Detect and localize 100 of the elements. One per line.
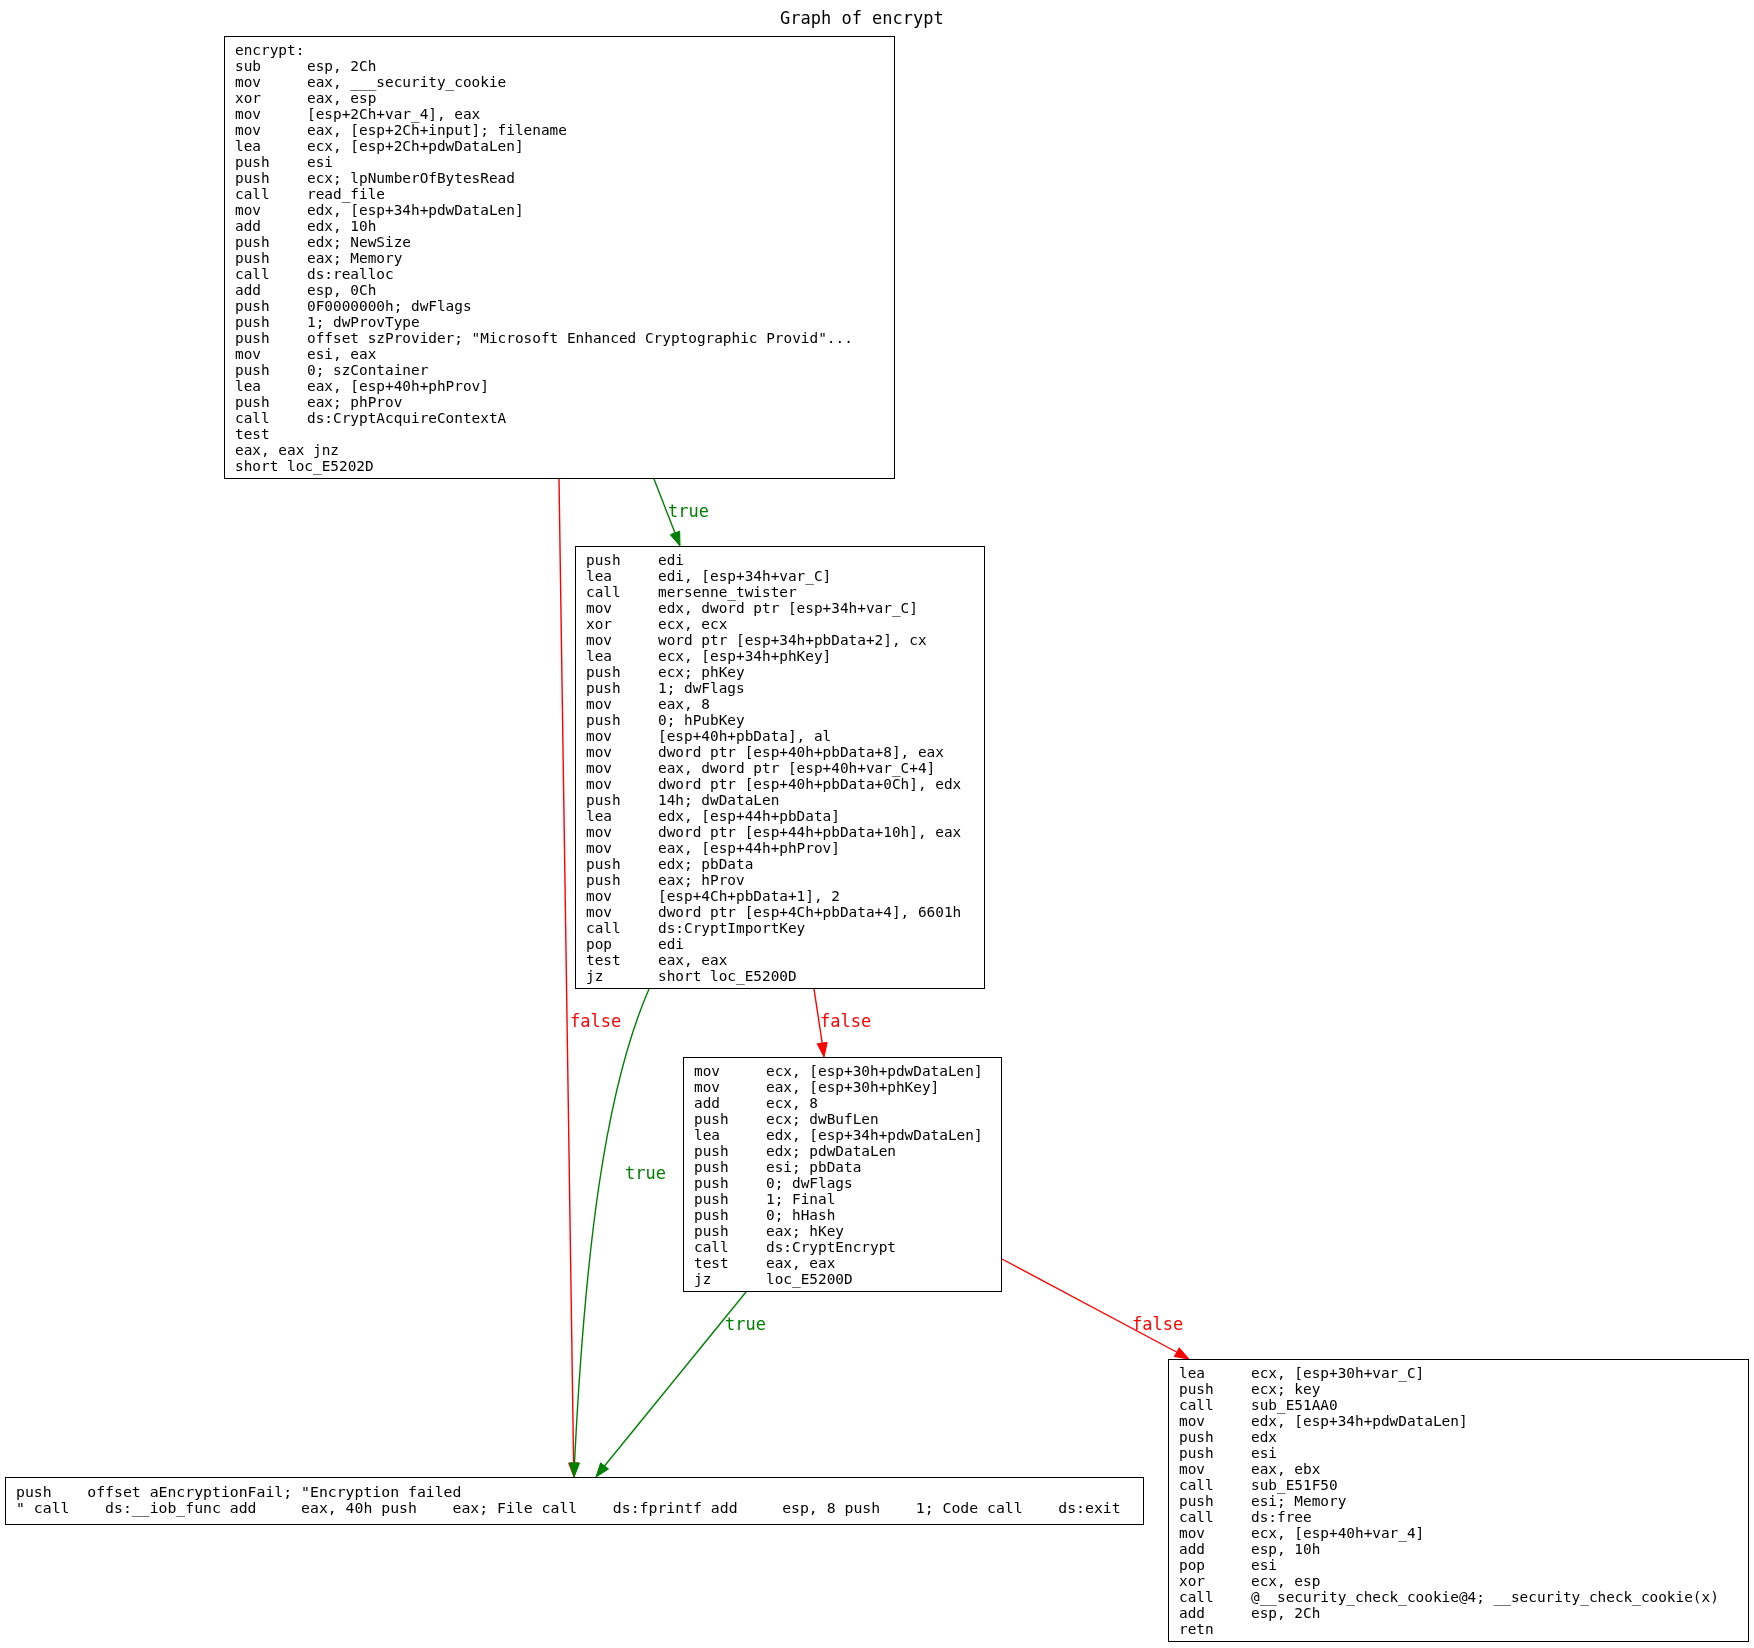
mnemonic: call <box>1179 1589 1215 1605</box>
operand: [esp+40h+pbData], al <box>658 728 832 744</box>
operand: ecx; dwBufLen <box>766 1111 879 1127</box>
mnemonic: mov <box>1179 1525 1206 1541</box>
mnemonic: push <box>235 314 271 330</box>
operand: 1; dwProvType <box>307 314 420 330</box>
operand: eax; hKey <box>766 1223 844 1239</box>
mnemonic: lea <box>235 378 262 394</box>
mnemonic: jz <box>694 1271 713 1287</box>
mnemonic: lea <box>1179 1365 1206 1381</box>
mnemonic: push <box>1179 1381 1215 1397</box>
mnemonic: sub <box>235 58 262 74</box>
operand: edx; NewSize <box>307 234 411 250</box>
operand: dword ptr [esp+40h+pbData+8], eax <box>658 744 944 760</box>
code-line: short loc_E5202D <box>235 458 374 474</box>
mnemonic: push <box>586 552 622 568</box>
operand: esi, eax <box>307 346 377 362</box>
operand: esp, 10h <box>1251 1541 1321 1557</box>
edge-label: false <box>1132 1314 1184 1334</box>
operand: 14h; dwDataLen <box>658 792 780 808</box>
operand: loc_E5200D <box>766 1271 853 1287</box>
operand: ds:free <box>1251 1509 1312 1525</box>
mnemonic: mov <box>235 106 262 122</box>
operand: edx, [esp+34h+pdwDataLen] <box>766 1127 983 1143</box>
operand: edi, [esp+34h+var_C] <box>658 568 832 584</box>
operand: ecx, [esp+40h+var_4] <box>1251 1525 1425 1541</box>
mnemonic: push <box>694 1191 730 1207</box>
operand: eax; hProv <box>658 872 745 888</box>
operand: eax, ebx <box>1251 1461 1321 1477</box>
operand: eax, [esp+2Ch+input]; filename <box>307 122 567 138</box>
operand: @__security_check_cookie@4; __security_check_cookie(x) <box>1251 1589 1719 1605</box>
operand: eax, dword ptr [esp+40h+var_C+4] <box>658 760 936 776</box>
mnemonic: lea <box>694 1127 721 1143</box>
mnemonic: mov <box>586 744 613 760</box>
mnemonic: retn <box>1179 1621 1215 1637</box>
mnemonic: call <box>586 920 622 936</box>
operand: esi; pbData <box>766 1159 862 1175</box>
mnemonic: mov <box>235 122 262 138</box>
mnemonic: push <box>235 170 271 186</box>
code-line: test <box>235 426 270 442</box>
mnemonic: mov <box>586 600 613 616</box>
mnemonic: call <box>235 266 271 282</box>
mnemonic: push <box>694 1223 730 1239</box>
operand: 0F0000000h; dwFlags <box>307 298 472 314</box>
operand: ecx, [esp+2Ch+pdwDataLen] <box>307 138 524 154</box>
operand: 0; hPubKey <box>658 712 745 728</box>
edge-label: true <box>625 1163 666 1183</box>
edge-label: false <box>570 1011 622 1031</box>
operand: esi; Memory <box>1251 1493 1347 1509</box>
mnemonic: push <box>1179 1429 1215 1445</box>
operand: ecx; key <box>1251 1381 1321 1397</box>
operand: edi <box>658 552 684 568</box>
mnemonic: push <box>694 1143 730 1159</box>
mnemonic: mov <box>235 74 262 90</box>
mnemonic: mov <box>235 346 262 362</box>
mnemonic: push <box>1179 1445 1215 1461</box>
mnemonic: lea <box>235 138 262 154</box>
operand: 1; Final <box>766 1191 836 1207</box>
mnemonic: test <box>586 952 622 968</box>
mnemonic: call <box>694 1239 730 1255</box>
edge-label: false <box>820 1011 872 1031</box>
mnemonic: add <box>694 1095 721 1111</box>
code-line: encrypt: <box>235 42 305 58</box>
mnemonic: push <box>586 872 622 888</box>
operand: ecx; phKey <box>658 664 745 680</box>
mnemonic: add <box>1179 1605 1206 1621</box>
operand: read_file <box>307 186 385 202</box>
mnemonic: call <box>235 410 271 426</box>
mnemonic: call <box>586 584 622 600</box>
operand: short loc_E5200D <box>658 968 797 984</box>
mnemonic: push <box>586 792 622 808</box>
mnemonic: push <box>235 362 271 378</box>
mnemonic: call <box>1179 1477 1215 1493</box>
operand: edx, dword ptr [esp+34h+var_C] <box>658 600 918 616</box>
mnemonic: mov <box>586 840 613 856</box>
operand: ds:realloc <box>307 266 394 282</box>
mnemonic: push <box>586 664 622 680</box>
operand: edx <box>1251 1429 1277 1445</box>
operand: edx, [esp+34h+pdwDataLen] <box>307 202 524 218</box>
mnemonic: push <box>235 234 271 250</box>
operand: eax, ___security_cookie <box>307 74 507 90</box>
mnemonic: xor <box>1179 1573 1206 1589</box>
mnemonic: add <box>1179 1541 1206 1557</box>
mnemonic: xor <box>586 616 613 632</box>
operand: dword ptr [esp+40h+pbData+0Ch], edx <box>658 776 962 792</box>
operand: ds:CryptAcquireContextA <box>307 410 507 426</box>
code-line: eax, eax jnz <box>235 442 339 458</box>
operand: edx; pdwDataLen <box>766 1143 896 1159</box>
operand: ecx; lpNumberOfBytesRead <box>307 170 515 186</box>
mnemonic: mov <box>586 776 613 792</box>
mnemonic: add <box>235 282 262 298</box>
mnemonic: test <box>694 1255 730 1271</box>
mnemonic: mov <box>586 696 613 712</box>
mnemonic: pop <box>586 936 613 952</box>
operand: esp, 2Ch <box>307 58 377 74</box>
operand: dword ptr [esp+4Ch+pbData+4], 6601h <box>658 904 962 920</box>
operand: esp, 0Ch <box>307 282 377 298</box>
operand: eax, eax <box>658 952 728 968</box>
operand: sub_E51AA0 <box>1251 1397 1338 1413</box>
mnemonic: push <box>694 1175 730 1191</box>
